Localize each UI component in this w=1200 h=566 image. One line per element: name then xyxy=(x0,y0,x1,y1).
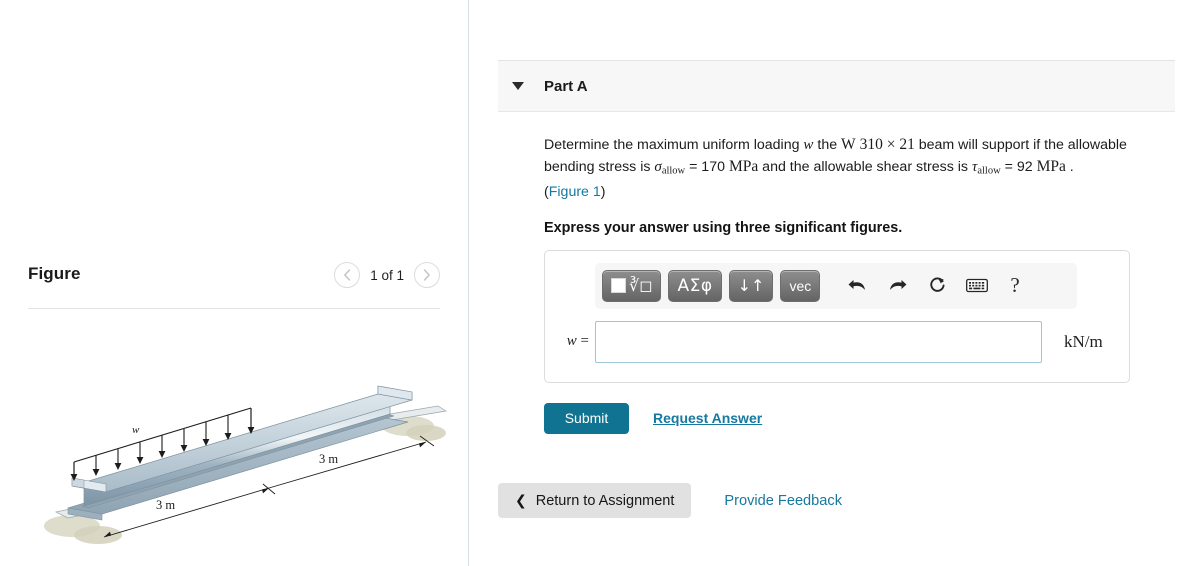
part-a-header[interactable]: Part A xyxy=(498,60,1175,112)
keyboard-icon xyxy=(966,278,989,293)
prompt-seg-2: the xyxy=(813,137,842,153)
beam-diagram-svg: w 3 m 3 m xyxy=(44,385,447,544)
prompt-mpa-2: MPa xyxy=(1036,158,1066,175)
figure-paren-close: ) xyxy=(600,183,606,200)
reset-circular-arrow-icon xyxy=(930,277,945,292)
dimension-left-label: 3 m xyxy=(156,498,175,512)
vector-label: vec xyxy=(789,277,812,294)
chevron-left-icon: ❮ xyxy=(515,492,527,509)
chevron-left-icon xyxy=(344,269,351,281)
math-editor-toolbar: ∛◻ ΑΣφ ↓↑ vec ? xyxy=(595,262,1077,309)
left-support-shadow-2 xyxy=(74,526,122,544)
return-to-assignment-button[interactable]: ❮ Return to Assignment xyxy=(498,483,692,518)
answer-units: kN/m xyxy=(1064,331,1103,351)
help-button[interactable]: ? xyxy=(1010,273,1019,298)
app-root: Figure 1 of 1 w 3 m 3 m Part A Determine… xyxy=(0,0,1200,566)
beam-figure-image[interactable]: w 3 m 3 m xyxy=(26,380,456,560)
prompt-seg-4: = 170 xyxy=(685,159,729,175)
prompt-seg-6: = 92 xyxy=(1000,159,1037,175)
greek-letters-label: ΑΣφ xyxy=(677,275,713,296)
answer-row: w = kN/m xyxy=(545,320,1131,363)
greek-letters-button[interactable]: ΑΣφ xyxy=(668,269,722,302)
undo-button[interactable] xyxy=(846,274,868,298)
prompt-seg-5: and the allowable shear stress is xyxy=(758,159,972,175)
prompt-beam-310: 310 xyxy=(859,136,883,153)
reset-button[interactable] xyxy=(926,274,948,298)
redo-arrow-icon xyxy=(889,280,907,291)
question-pane: Part A Determine the maximum uniform loa… xyxy=(498,60,1175,434)
footer-row: ❮ Return to Assignment Provide Feedback xyxy=(498,483,842,518)
submit-row: Submit Request Answer xyxy=(544,402,1175,434)
chevron-right-icon xyxy=(423,269,430,281)
answer-card: ∛◻ ΑΣφ ↓↑ vec ? w = kN/m xyxy=(544,249,1131,383)
prompt-sigma-sub: allow xyxy=(661,165,686,177)
figure-counter: 1 of 1 xyxy=(370,267,404,283)
vector-button[interactable]: vec xyxy=(780,269,821,302)
prompt-seg-1: Determine the maximum uniform loading xyxy=(544,137,804,153)
arrows-button[interactable]: ↓↑ xyxy=(728,269,774,302)
problem-statement: Determine the maximum uniform loading w … xyxy=(544,134,1164,203)
nth-root-icon: ∛◻ xyxy=(629,276,653,296)
prompt-mpa-1: MPa xyxy=(728,158,759,175)
figure-title: Figure xyxy=(28,264,81,283)
answer-input[interactable] xyxy=(595,320,1042,363)
question-body: Determine the maximum uniform loading w … xyxy=(498,112,1175,434)
redo-button[interactable] xyxy=(886,274,908,298)
figure-next-button[interactable] xyxy=(414,262,440,288)
figure-divider xyxy=(28,308,440,309)
figure-navigation: 1 of 1 xyxy=(334,262,440,288)
pane-divider xyxy=(468,0,469,566)
beam-web-edge xyxy=(81,413,395,509)
undo-arrow-icon xyxy=(848,280,865,291)
keyboard-button[interactable] xyxy=(966,274,989,298)
prompt-var-w: w xyxy=(803,137,814,153)
prompt-sigma: σ xyxy=(654,159,662,175)
submit-button[interactable]: Submit xyxy=(544,402,629,434)
square-box-icon xyxy=(611,278,626,294)
figure-pane: Figure 1 of 1 w 3 m 3 m xyxy=(0,0,468,566)
answer-equals: = xyxy=(580,333,589,350)
prompt-tau-sub: allow xyxy=(977,165,1001,177)
answer-variable-label: w = xyxy=(545,333,595,350)
beam-top-flange xyxy=(71,393,413,493)
return-to-assignment-label: Return to Assignment xyxy=(535,492,675,509)
load-label-w: w xyxy=(132,424,140,436)
template-sqrt-button[interactable]: ∛◻ xyxy=(602,269,662,302)
figure-1-link[interactable]: Figure 1 xyxy=(549,184,601,200)
arrows-label: ↓↑ xyxy=(737,276,765,296)
answer-instruction: Express your answer using three signific… xyxy=(544,219,903,236)
part-a-label: Part A xyxy=(544,77,588,95)
provide-feedback-link[interactable]: Provide Feedback xyxy=(724,493,842,509)
dimension-right-label: 3 m xyxy=(319,452,338,466)
prompt-beam-w: W xyxy=(841,136,856,153)
prompt-seg-7: . xyxy=(1065,159,1074,175)
right-support-shadow-2 xyxy=(406,425,446,441)
answer-variable: w xyxy=(566,333,577,350)
help-label: ? xyxy=(1010,273,1020,298)
prompt-beam-21: 21 xyxy=(899,136,915,153)
request-answer-link[interactable]: Request Answer xyxy=(653,410,762,426)
caret-down-icon[interactable] xyxy=(512,82,524,90)
figure-header: Figure 1 of 1 xyxy=(28,262,440,298)
figure-prev-button[interactable] xyxy=(334,262,361,288)
